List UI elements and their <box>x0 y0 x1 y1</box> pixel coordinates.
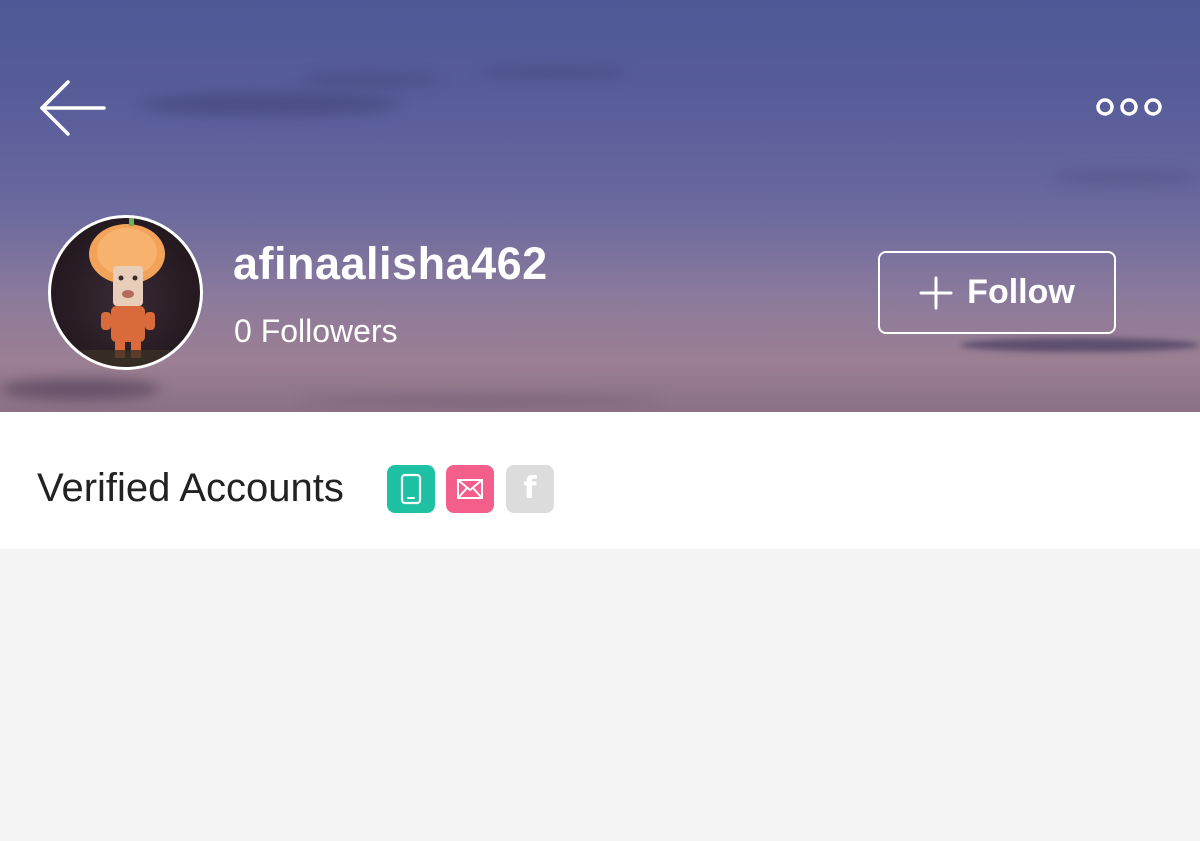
follow-button[interactable]: Follow <box>878 251 1116 334</box>
mail-verified-badge[interactable] <box>446 465 494 513</box>
more-options-button[interactable] <box>1090 90 1168 124</box>
more-options-icon <box>1096 98 1162 116</box>
cloud <box>140 92 400 116</box>
mail-icon <box>457 479 483 499</box>
phone-verified-badge[interactable] <box>387 465 435 513</box>
facebook-verified-badge[interactable]: f <box>506 465 554 513</box>
cloud <box>1050 170 1200 186</box>
username: afinaalisha462 <box>233 238 548 289</box>
facebook-icon: f <box>523 471 537 506</box>
cloud <box>480 66 630 80</box>
cloud <box>300 72 440 88</box>
phone-icon <box>400 473 422 505</box>
profile-header: afinaalisha462 0 Followers Follow <box>0 0 1200 412</box>
cloud <box>300 396 660 404</box>
avatar[interactable] <box>48 215 203 370</box>
back-button[interactable] <box>38 76 110 140</box>
followers-count[interactable]: 0 Followers <box>234 313 398 350</box>
plus-icon <box>919 276 953 309</box>
cloud <box>0 378 160 400</box>
avatar-image <box>51 218 200 367</box>
follow-label: Follow <box>967 273 1075 311</box>
cloud <box>960 338 1200 352</box>
verified-accounts-label: Verified Accounts <box>37 466 344 510</box>
back-arrow-icon <box>40 80 106 136</box>
